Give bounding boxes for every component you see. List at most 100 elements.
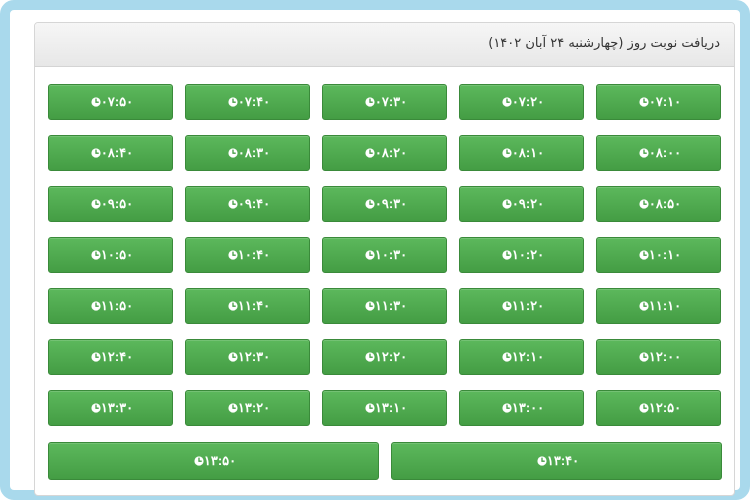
time-slot-label: ۰۷:۵۰ <box>100 94 134 109</box>
time-slot-button[interactable]: ۱۲:۳۰ <box>185 339 310 375</box>
time-slot-button[interactable]: ۱۰:۴۰ <box>185 237 310 273</box>
time-slot-button[interactable]: ۰۸:۴۰ <box>48 135 173 171</box>
time-slot-label: ۰۷:۴۰ <box>237 94 271 109</box>
clock-icon <box>228 352 238 362</box>
time-slot-button[interactable]: ۰۷:۳۰ <box>322 84 447 120</box>
clock-icon <box>365 250 375 260</box>
time-slot-button[interactable]: ۱۳:۱۰ <box>322 390 447 426</box>
time-slot-button[interactable]: ۰۹:۳۰ <box>322 186 447 222</box>
time-slot-label: ۱۳:۱۰ <box>374 400 408 415</box>
time-slot-button[interactable]: ۱۱:۱۰ <box>596 288 721 324</box>
time-slot-button[interactable]: ۰۸:۲۰ <box>322 135 447 171</box>
time-slot-button[interactable]: ۰۷:۴۰ <box>185 84 310 120</box>
time-slot-button[interactable]: ۰۸:۱۰ <box>459 135 584 171</box>
time-slot-label: ۱۱:۳۰ <box>374 298 408 313</box>
clock-icon <box>639 199 649 209</box>
clock-icon <box>365 352 375 362</box>
time-slot-label: ۱۲:۰۰ <box>648 349 682 364</box>
time-slot-button[interactable]: ۰۹:۵۰ <box>48 186 173 222</box>
time-slot-button[interactable]: ۱۲:۴۰ <box>48 339 173 375</box>
time-slot-label: ۱۲:۳۰ <box>237 349 271 364</box>
time-slot-label: ۱۳:۲۰ <box>237 400 271 415</box>
clock-icon <box>537 456 547 466</box>
time-slot-button[interactable]: ۱۲:۲۰ <box>322 339 447 375</box>
time-slot-label: ۱۱:۲۰ <box>511 298 545 313</box>
clock-icon <box>91 352 101 362</box>
time-slot-button[interactable]: ۰۸:۳۰ <box>185 135 310 171</box>
time-slot-label: ۱۰:۱۰ <box>648 247 682 262</box>
clock-icon <box>228 148 238 158</box>
time-slot-button[interactable]: ۱۳:۲۰ <box>185 390 310 426</box>
time-slot-label: ۱۳:۵۰ <box>203 453 237 468</box>
time-slot-button[interactable]: ۱۲:۵۰ <box>596 390 721 426</box>
clock-icon <box>91 97 101 107</box>
clock-icon <box>502 97 512 107</box>
time-slot-button[interactable]: ۰۸:۰۰ <box>596 135 721 171</box>
clock-icon <box>639 148 649 158</box>
time-slot-label: ۱۳:۳۰ <box>100 400 134 415</box>
panel-heading: دریافت نوبت روز (چهارشنبه ۲۴ آبان ۱۴۰۲) <box>35 23 734 67</box>
time-slot-label: ۰۹:۵۰ <box>100 196 134 211</box>
time-slot-label: ۱۲:۱۰ <box>511 349 545 364</box>
page-frame: دریافت نوبت روز (چهارشنبه ۲۴ آبان ۱۴۰۲) … <box>0 0 750 500</box>
time-slot-button[interactable]: ۱۰:۲۰ <box>459 237 584 273</box>
clock-icon <box>365 301 375 311</box>
clock-icon <box>228 403 238 413</box>
appointment-panel: دریافت نوبت روز (چهارشنبه ۲۴ آبان ۱۴۰۲) … <box>34 22 735 496</box>
time-slot-button[interactable]: ۱۳:۳۰ <box>48 390 173 426</box>
clock-icon <box>639 403 649 413</box>
time-slot-label: ۱۱:۵۰ <box>100 298 134 313</box>
clock-icon <box>639 250 649 260</box>
time-slot-button[interactable]: ۱۱:۳۰ <box>322 288 447 324</box>
time-slot-button[interactable]: ۰۷:۲۰ <box>459 84 584 120</box>
time-slot-label: ۰۹:۳۰ <box>374 196 408 211</box>
clock-icon <box>502 250 512 260</box>
time-slot-label: ۰۷:۲۰ <box>511 94 545 109</box>
clock-icon <box>91 148 101 158</box>
clock-icon <box>365 97 375 107</box>
time-slot-label: ۰۸:۳۰ <box>237 145 271 160</box>
time-slot-label: ۱۰:۲۰ <box>511 247 545 262</box>
clock-icon <box>639 301 649 311</box>
clock-icon <box>91 250 101 260</box>
time-slot-label: ۰۹:۴۰ <box>237 196 271 211</box>
time-slot-button[interactable]: ۰۹:۲۰ <box>459 186 584 222</box>
time-slot-button[interactable]: ۰۸:۵۰ <box>596 186 721 222</box>
time-slot-button[interactable]: ۰۹:۴۰ <box>185 186 310 222</box>
time-slot-label: ۰۸:۱۰ <box>511 145 545 160</box>
time-slot-button[interactable]: ۱۰:۵۰ <box>48 237 173 273</box>
time-slot-button[interactable]: ۱۱:۴۰ <box>185 288 310 324</box>
time-slot-button[interactable]: ۱۳:۵۰ <box>48 442 379 480</box>
clock-icon <box>228 250 238 260</box>
time-slot-label: ۰۸:۵۰ <box>648 196 682 211</box>
time-slot-label: ۱۱:۴۰ <box>237 298 271 313</box>
time-slot-label: ۱۲:۵۰ <box>648 400 682 415</box>
clock-icon <box>365 199 375 209</box>
clock-icon <box>502 199 512 209</box>
clock-icon <box>639 352 649 362</box>
time-slot-label: ۱۱:۱۰ <box>648 298 682 313</box>
time-slot-button[interactable]: ۱۳:۰۰ <box>459 390 584 426</box>
clock-icon <box>91 301 101 311</box>
clock-icon <box>194 456 204 466</box>
clock-icon <box>639 97 649 107</box>
time-slot-button[interactable]: ۱۲:۱۰ <box>459 339 584 375</box>
time-slot-button[interactable]: ۰۷:۵۰ <box>48 84 173 120</box>
panel-title: دریافت نوبت روز (چهارشنبه ۲۴ آبان ۱۴۰۲) <box>488 36 720 51</box>
clock-icon <box>502 148 512 158</box>
time-slot-label: ۱۰:۵۰ <box>100 247 134 262</box>
time-slot-label: ۱۲:۲۰ <box>374 349 408 364</box>
time-slot-button[interactable]: ۱۰:۳۰ <box>322 237 447 273</box>
time-slot-button[interactable]: ۱۰:۱۰ <box>596 237 721 273</box>
time-slot-label: ۰۸:۴۰ <box>100 145 134 160</box>
clock-icon <box>365 148 375 158</box>
time-slot-button[interactable]: ۱۲:۰۰ <box>596 339 721 375</box>
time-slot-label: ۰۷:۱۰ <box>648 94 682 109</box>
time-slot-button[interactable]: ۰۷:۱۰ <box>596 84 721 120</box>
time-slot-button[interactable]: ۱۳:۴۰ <box>391 442 722 480</box>
time-slot-button[interactable]: ۱۱:۲۰ <box>459 288 584 324</box>
time-slot-label: ۰۷:۳۰ <box>374 94 408 109</box>
clock-icon <box>91 199 101 209</box>
clock-icon <box>502 403 512 413</box>
time-slot-button[interactable]: ۱۱:۵۰ <box>48 288 173 324</box>
